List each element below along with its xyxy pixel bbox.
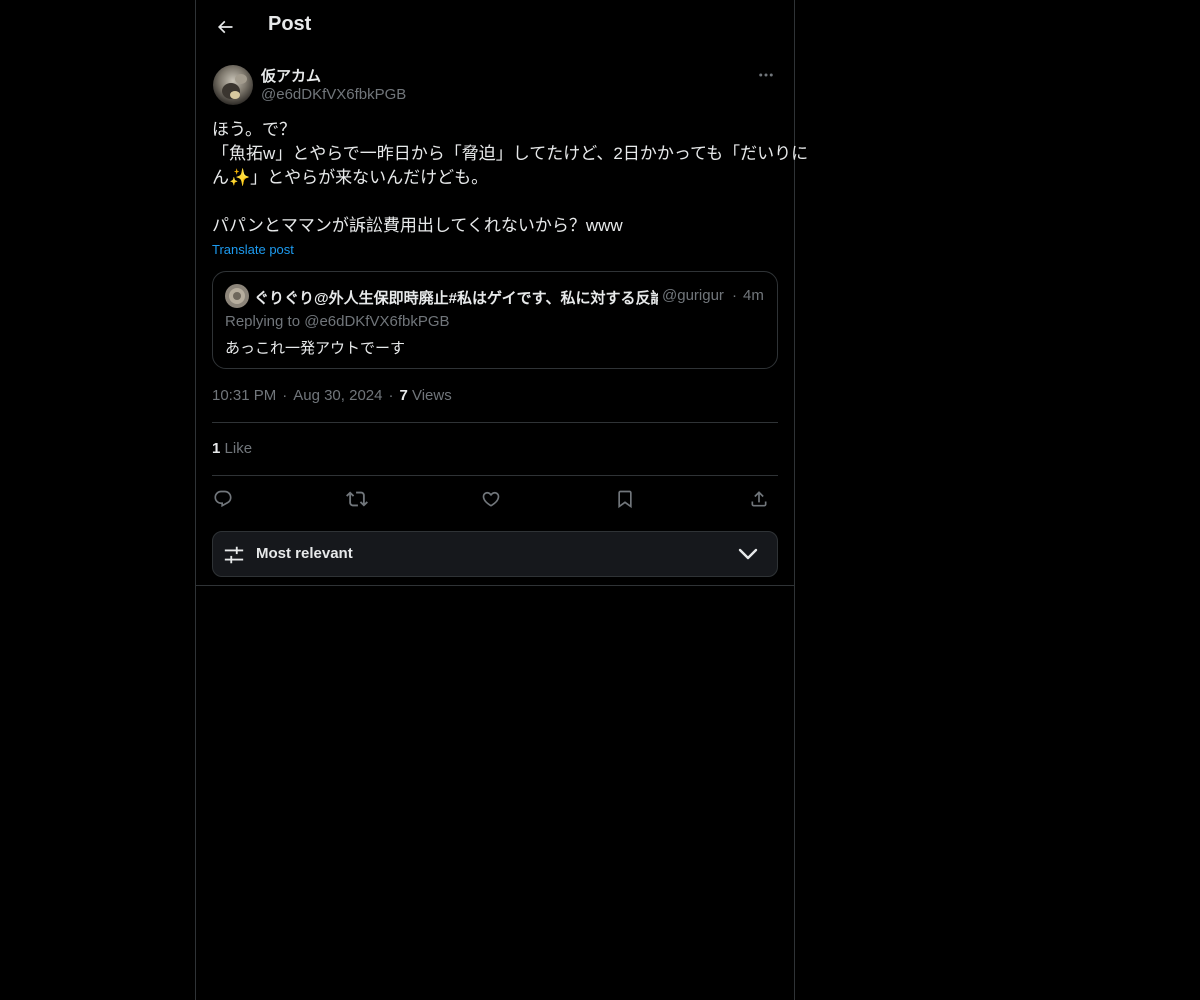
header: Post [196, 0, 794, 53]
views-label: Views [411, 387, 452, 404]
post-author: 仮アカム @e6dDKfVX6fbkPGB [212, 65, 778, 107]
quote-handle: @gurigur [662, 287, 724, 304]
heart-icon [481, 489, 501, 509]
likes-count: 1 [212, 440, 221, 457]
quote-replying-to: Replying to @e6dDKfVX6fbkPGB [225, 313, 450, 330]
more-dots-icon [757, 66, 775, 84]
post-text-line: 「魚拓w」とやらで一昨日から「脅迫」してたけど、2日かかっても「だいりに [212, 144, 809, 163]
repost-icon [346, 488, 368, 510]
post-text-line: ん✨」とやらが来ないんだけども。 [212, 168, 489, 187]
post-body: ほう。で？ 「魚拓w」とやらで一昨日から「脅迫」してたけど、2日かかっても「だい… [212, 118, 809, 238]
post-text-line [212, 190, 778, 214]
sort-label: Most relevant [256, 545, 353, 562]
quote-timestamp: 4m [743, 287, 764, 304]
post-time[interactable]: 10:31 PM [212, 387, 276, 404]
meta-separator: · [282, 387, 288, 404]
divider [196, 585, 794, 586]
reply-icon [213, 489, 233, 509]
likes-label: Like [224, 440, 253, 457]
replying-handle: @e6dDKfVX6fbkPGB [304, 313, 450, 330]
quote-text: あっこれ一発アウトでーす [225, 340, 406, 357]
translate-post-link[interactable]: Translate post [212, 242, 294, 257]
post-meta: 10:31 PM · Aug 30, 2024 · 7 Views [212, 387, 452, 404]
quote-separator: · [732, 287, 737, 304]
quote-avatar [225, 284, 249, 308]
post-text-line: ほう。で？ [212, 120, 296, 139]
author-handle[interactable]: @e6dDKfVX6fbkPGB [261, 86, 406, 103]
action-bar [212, 484, 778, 514]
page-title: Post [268, 13, 312, 35]
reply-button[interactable] [208, 484, 238, 514]
more-options-button[interactable] [754, 63, 778, 87]
share-button[interactable] [744, 484, 774, 514]
quote-display-name: ぐりぐり@外人生保即時廃止#私はゲイです、私に対する反論 [254, 290, 658, 307]
views-count: 7 [399, 387, 408, 404]
reply-sort-dropdown[interactable]: Most relevant [212, 531, 778, 577]
divider [212, 422, 778, 423]
back-button[interactable] [208, 10, 242, 44]
post-text-line: パパンとママンが訴訟費用出してくれないから？www [212, 216, 623, 235]
bookmark-button[interactable] [610, 484, 640, 514]
post-date[interactable]: Aug 30, 2024 [293, 387, 382, 404]
chevron-down-icon [737, 546, 759, 564]
share-icon [749, 489, 769, 509]
divider [212, 475, 778, 476]
post-column: Post 仮アカム @e6dDKfVX6fbkPGB ほう。で？ 「魚拓w」とや… [195, 0, 809, 1000]
like-button[interactable] [476, 484, 506, 514]
sliders-icon [223, 544, 245, 566]
meta-separator: · [388, 387, 394, 404]
author-display-name[interactable]: 仮アカム [261, 65, 321, 86]
replying-prefix: Replying to [225, 313, 301, 330]
bookmark-icon [615, 489, 635, 509]
avatar[interactable] [213, 65, 253, 105]
quoted-post[interactable]: ぐりぐり@外人生保即時廃止#私はゲイです、私に対する反論 @gurigur · … [212, 271, 778, 369]
arrow-left-icon [215, 17, 235, 37]
repost-button[interactable] [342, 484, 372, 514]
likes-count-link[interactable]: 1 Like [212, 440, 252, 457]
